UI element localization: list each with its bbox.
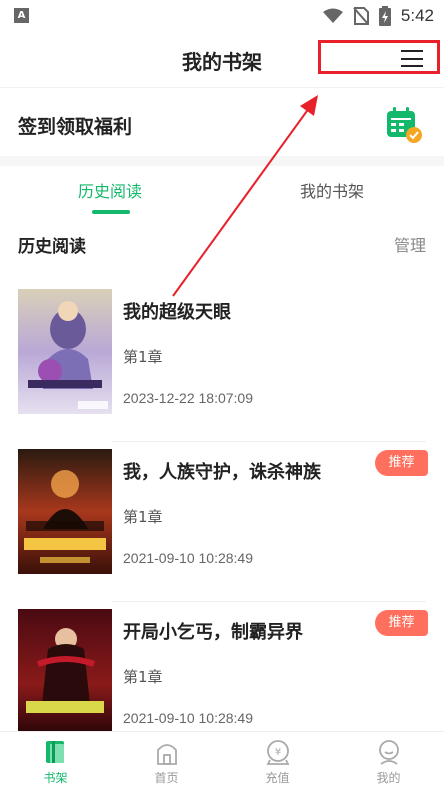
manage-button[interactable]: 管理 [394,232,426,256]
list-item[interactable]: 我的超级天眼 第1章 2023-12-22 18:07:09 [0,282,444,442]
list-item[interactable]: 我，人族守护，诛杀神族 第1章 2021-09-10 10:28:49 推荐 [0,442,444,602]
app-notification-icon: A [14,8,29,23]
nav-label: 书架 [43,771,68,785]
tab-active-indicator [92,210,130,214]
hamburger-menu-icon [401,50,423,67]
recommend-badge: 推荐 [375,450,428,476]
section-title: 历史阅读 [18,237,86,257]
book-title: 我，人族守护，诛杀神族 [123,462,321,483]
nav-item-home[interactable]: 首页 [111,732,222,791]
nav-label: 我的 [376,771,401,785]
book-last-read-time: 2023-12-22 18:07:09 [123,390,253,406]
book-chapter: 第1章 [123,668,163,686]
checkin-label: 签到领取福利 [18,116,133,138]
tab-history[interactable]: 历史阅读 [78,178,142,202]
status-bar: A 5:42 [0,0,444,32]
tab-bar: 历史阅读 我的书架 [0,166,444,216]
svg-text:¥: ¥ [275,747,281,758]
wifi-icon [322,8,343,23]
no-sim-icon [353,7,369,25]
nav-label: 首页 [154,771,179,785]
book-title: 开局小乞丐，制霸异界 [123,622,303,643]
book-chapter: 第1章 [123,508,163,526]
section-header: 历史阅读 管理 [0,228,444,258]
book-cover-image [18,609,112,734]
status-time: 5:42 [400,6,434,25]
recharge-icon: ¥ [266,740,290,765]
bottom-nav: 书架 首页 ¥ 充值 我的 [0,731,444,791]
tab-my-shelf[interactable]: 我的书架 [300,178,364,202]
profile-icon [379,740,399,765]
book-last-read-time: 2021-09-10 10:28:49 [123,550,253,566]
app-header: 我的书架 [0,32,444,88]
battery-charging-icon [378,6,391,26]
nav-item-bookshelf[interactable]: 书架 [0,732,111,791]
home-icon [157,744,177,765]
book-chapter: 第1章 [123,348,163,366]
menu-button[interactable] [318,40,440,74]
nav-label: 充值 [265,771,290,785]
checkin-banner[interactable]: 签到领取福利 [0,90,444,156]
book-last-read-time: 2021-09-10 10:28:49 [123,710,253,726]
book-cover-image [18,289,112,414]
bookshelf-icon [46,741,64,763]
status-right: 5:42 [322,5,434,27]
section-divider [0,156,444,166]
calendar-checkin-icon[interactable] [385,106,423,144]
book-title: 我的超级天眼 [123,302,231,323]
nav-item-recharge[interactable]: ¥ 充值 [222,732,333,791]
recommend-badge: 推荐 [375,610,428,636]
book-cover-image [18,449,112,574]
nav-item-profile[interactable]: 我的 [333,732,444,791]
